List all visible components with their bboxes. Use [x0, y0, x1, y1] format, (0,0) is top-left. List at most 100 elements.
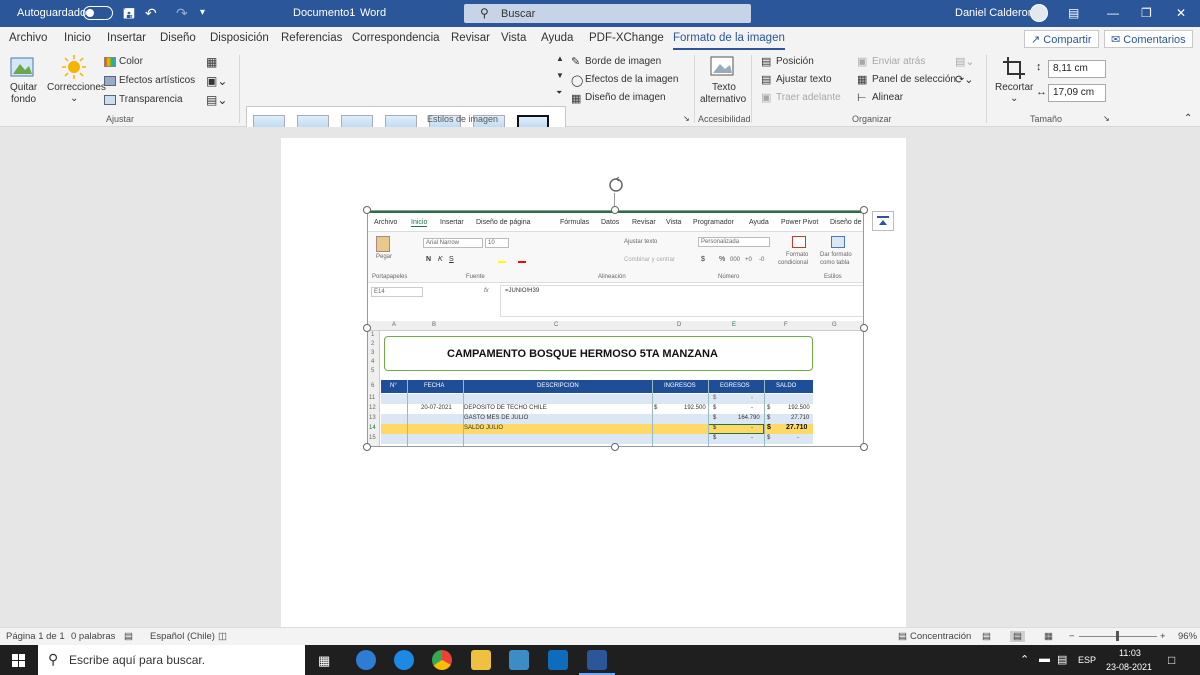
artistic-effects-button[interactable]: Efectos artísticos: [119, 75, 195, 86]
rotate-handle-icon[interactable]: [607, 176, 625, 194]
quitar-fondo-label-1[interactable]: Quitar: [10, 82, 37, 93]
compress-pictures-icon[interactable]: ▦: [206, 55, 217, 69]
taskbar-search[interactable]: ⚲ Escribe aquí para buscar.: [38, 645, 305, 675]
quitar-fondo-label-2[interactable]: fondo: [11, 94, 36, 105]
group-objects-icon[interactable]: ▤⌄: [955, 55, 975, 68]
edge-app-icon[interactable]: [394, 650, 414, 670]
zoom-out-icon[interactable]: −: [1069, 631, 1075, 642]
resize-handle-w[interactable]: [363, 324, 371, 332]
picture-border-button[interactable]: Borde de imagen: [585, 56, 661, 67]
alt-text-label-2[interactable]: alternativo: [700, 94, 746, 105]
wrap-text-button[interactable]: Ajustar texto: [776, 74, 832, 85]
battery-icon[interactable]: ▬: [1039, 653, 1050, 665]
autosave-toggle[interactable]: [83, 6, 113, 20]
zoom-slider-thumb[interactable]: [1116, 631, 1119, 641]
tab-diseno[interactable]: Diseño: [160, 32, 196, 44]
read-mode-icon[interactable]: ▤: [982, 631, 991, 642]
outlook-app-icon[interactable]: [548, 650, 568, 670]
language[interactable]: Español (Chile): [150, 631, 215, 642]
file-explorer-icon[interactable]: [471, 650, 491, 670]
teams-app-icon[interactable]: [356, 650, 376, 670]
dialog-launcher-icon[interactable]: ↘: [683, 114, 690, 123]
tab-revisar[interactable]: Revisar: [451, 32, 490, 44]
tab-archivo[interactable]: Archivo: [9, 32, 47, 44]
picture-effects-button[interactable]: Efectos de la imagen: [585, 74, 678, 85]
word-app-icon[interactable]: [587, 650, 607, 670]
width-input[interactable]: 17,09 cm: [1048, 84, 1106, 102]
tab-correspondencia[interactable]: Correspondencia: [352, 32, 440, 44]
color-button[interactable]: Color: [119, 56, 143, 67]
correcciones-label[interactable]: Correcciones: [47, 82, 106, 93]
selection-pane-button[interactable]: Panel de selección: [872, 74, 956, 85]
zoom-in-icon[interactable]: +: [1160, 631, 1166, 642]
inserted-picture[interactable]: Archivo Inicio Insertar Diseño de página…: [367, 210, 864, 447]
dialog-launcher-icon[interactable]: ↘: [1103, 114, 1110, 123]
user-name[interactable]: Daniel Calderon: [955, 7, 1034, 19]
tab-referencias[interactable]: Referencias: [281, 32, 342, 44]
alt-text-label-1[interactable]: Texto: [712, 82, 736, 93]
crop-icon[interactable]: [1002, 56, 1026, 80]
bring-forward-button[interactable]: Traer adelante: [776, 92, 841, 103]
network-icon[interactable]: ▤: [1057, 653, 1067, 666]
resize-handle-s[interactable]: [611, 443, 619, 451]
windows-start-icon[interactable]: [12, 654, 25, 667]
task-view-icon[interactable]: ▦: [318, 653, 330, 669]
clock-date[interactable]: 23-08-2021: [1106, 662, 1152, 672]
resize-handle-se[interactable]: [860, 443, 868, 451]
comments-button[interactable]: ✉ Comentarios: [1104, 30, 1193, 48]
reset-picture-icon[interactable]: ▤⌄: [206, 93, 227, 107]
proofing-icon[interactable]: ▤: [124, 631, 133, 642]
word-count[interactable]: 0 palabras: [71, 631, 115, 642]
restore-icon[interactable]: ❐: [1141, 6, 1152, 20]
resize-handle-ne[interactable]: [860, 206, 868, 214]
page-count[interactable]: Página 1 de 1: [6, 631, 65, 642]
gallery-up-icon[interactable]: ▲: [556, 54, 564, 63]
notifications-icon[interactable]: □: [1168, 653, 1175, 667]
share-button[interactable]: ↗ Compartir: [1024, 30, 1099, 48]
correcciones-chevron-icon[interactable]: ⌄: [70, 93, 78, 104]
customize-qat-icon[interactable]: ▾: [200, 5, 205, 21]
rotate-icon[interactable]: ⟳⌄: [955, 73, 973, 86]
alt-text-icon[interactable]: [710, 56, 736, 80]
change-picture-icon[interactable]: ▣⌄: [206, 74, 227, 88]
corrections-sun-icon[interactable]: [62, 55, 86, 79]
web-layout-icon[interactable]: ▦: [1044, 631, 1053, 642]
minimize-icon[interactable]: —: [1107, 6, 1119, 20]
user-avatar[interactable]: [1030, 4, 1048, 22]
gallery-more-icon[interactable]: ⏷: [556, 88, 562, 98]
chrome-app-icon[interactable]: [432, 650, 452, 670]
send-backward-button[interactable]: Enviar atrás: [872, 56, 925, 67]
redo-icon[interactable]: ↷: [176, 5, 188, 21]
input-language[interactable]: ESP: [1078, 655, 1096, 665]
search-box[interactable]: ⚲ Buscar: [464, 4, 751, 23]
layout-options-button[interactable]: [872, 211, 894, 231]
resize-handle-sw[interactable]: [363, 443, 371, 451]
save-icon[interactable]: 🖪: [123, 5, 135, 21]
transparency-button[interactable]: Transparencia: [119, 94, 183, 105]
tab-inicio[interactable]: Inicio: [64, 32, 91, 44]
picture-layout-button[interactable]: Diseño de imagen: [585, 92, 666, 103]
tab-ayuda[interactable]: Ayuda: [541, 32, 573, 44]
remove-background-icon[interactable]: [10, 56, 36, 80]
tab-insertar[interactable]: Insertar: [107, 32, 146, 44]
focus-icon[interactable]: ▤: [898, 631, 907, 642]
vscode-app-icon[interactable]: [509, 650, 529, 670]
close-icon[interactable]: ✕: [1176, 6, 1186, 20]
tab-disposicion[interactable]: Disposición: [210, 32, 269, 44]
collapse-ribbon-icon[interactable]: ⌃: [1184, 113, 1192, 124]
tab-pdf-xchange[interactable]: PDF-XChange: [589, 32, 664, 44]
tray-chevron-icon[interactable]: ⌃: [1020, 653, 1029, 666]
resize-handle-n[interactable]: [611, 206, 619, 214]
tab-formato-imagen[interactable]: Formato de la imagen: [673, 32, 785, 50]
resize-handle-nw[interactable]: [363, 206, 371, 214]
crop-chevron-icon[interactable]: ⌄: [1010, 93, 1018, 104]
position-button[interactable]: Posición: [776, 56, 814, 67]
focus-mode[interactable]: Concentración: [910, 631, 971, 642]
print-layout-icon[interactable]: ▤: [1010, 631, 1025, 642]
ribbon-display-icon[interactable]: ▤: [1068, 6, 1079, 20]
accessibility-icon[interactable]: ◫: [218, 631, 227, 642]
gallery-down-icon[interactable]: ▼: [556, 71, 564, 80]
undo-icon[interactable]: ↶: [145, 5, 157, 21]
height-input[interactable]: 8,11 cm: [1048, 60, 1106, 78]
align-button[interactable]: Alinear: [872, 92, 903, 103]
